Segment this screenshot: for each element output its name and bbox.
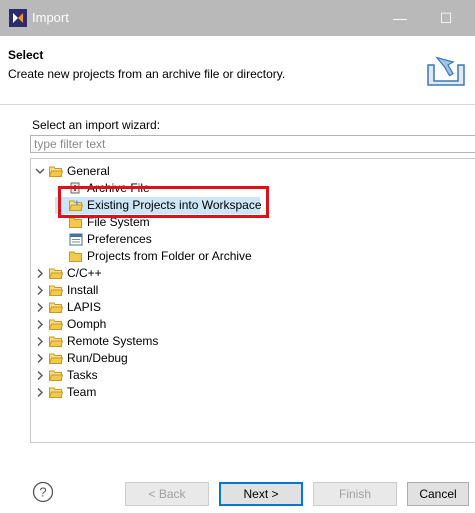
tree-node-lapis[interactable]: LAPIS bbox=[35, 299, 235, 316]
maximize-button[interactable]: ☐ bbox=[423, 0, 469, 36]
tree-node-tasks[interactable]: Tasks bbox=[35, 367, 235, 384]
tree-label: Projects from Folder or Archive bbox=[87, 249, 252, 263]
tree-node-oomph[interactable]: Oomph bbox=[35, 316, 235, 333]
tree-label: Run/Debug bbox=[67, 351, 128, 365]
title-bar: Import — ☐ bbox=[0, 0, 475, 36]
chevron-right-icon[interactable] bbox=[35, 384, 45, 401]
open-folder-icon bbox=[49, 319, 63, 330]
back-button[interactable]: < Back bbox=[125, 482, 209, 506]
open-folder-icon bbox=[49, 268, 63, 279]
folder-icon bbox=[69, 251, 82, 262]
tree-node-cpp[interactable]: C/C++ bbox=[35, 265, 235, 282]
svg-text:?: ? bbox=[39, 485, 46, 500]
window-title: Import bbox=[32, 10, 69, 25]
tree-label: Oomph bbox=[67, 317, 107, 331]
tree-item-preferences[interactable]: Preferences bbox=[55, 231, 275, 248]
tree-label: Preferences bbox=[87, 232, 152, 246]
open-folder-icon bbox=[49, 336, 63, 347]
cancel-button[interactable]: Cancel bbox=[407, 482, 469, 506]
minimize-button[interactable]: — bbox=[377, 0, 423, 36]
tree-label: Install bbox=[67, 283, 99, 297]
open-folder-icon bbox=[49, 387, 63, 398]
filter-input[interactable]: type filter text bbox=[30, 135, 475, 153]
preferences-icon bbox=[69, 233, 83, 246]
tree-item-projects-from-folder[interactable]: Projects from Folder or Archive bbox=[55, 248, 295, 265]
chevron-right-icon[interactable] bbox=[35, 282, 45, 299]
wizard-header: Select Create new projects from an archi… bbox=[0, 36, 475, 105]
page-description: Create new projects from an archive file… bbox=[8, 67, 286, 81]
tree-label: LAPIS bbox=[67, 300, 102, 314]
tree-label: Team bbox=[67, 385, 97, 399]
open-folder-icon bbox=[49, 353, 63, 364]
eclipse-app-icon bbox=[9, 9, 27, 27]
open-folder-icon bbox=[49, 302, 63, 313]
tree-label: Remote Systems bbox=[67, 334, 159, 348]
tree-label: C/C++ bbox=[67, 266, 102, 280]
help-icon[interactable]: ? bbox=[32, 481, 54, 503]
open-folder-icon bbox=[49, 285, 63, 296]
finish-button[interactable]: Finish bbox=[313, 482, 397, 506]
tree-node-team[interactable]: Team bbox=[35, 384, 235, 401]
chevron-down-icon[interactable] bbox=[35, 163, 45, 180]
tree-node-run-debug[interactable]: Run/Debug bbox=[35, 350, 235, 367]
wizard-select-label: Select an import wizard: bbox=[32, 118, 161, 132]
open-folder-icon bbox=[49, 370, 63, 381]
chevron-right-icon[interactable] bbox=[35, 316, 45, 333]
chevron-right-icon[interactable] bbox=[35, 350, 45, 367]
tree-node-general[interactable]: General bbox=[35, 163, 335, 180]
chevron-right-icon[interactable] bbox=[35, 367, 45, 384]
tree-label-general: General bbox=[67, 164, 110, 178]
highlight-annotation-box bbox=[58, 186, 269, 218]
tree-node-install[interactable]: Install bbox=[35, 282, 235, 299]
next-button[interactable]: Next > bbox=[219, 482, 303, 506]
chevron-right-icon[interactable] bbox=[35, 299, 45, 316]
import-wizard-icon bbox=[427, 56, 465, 86]
tree-label: Tasks bbox=[67, 368, 98, 382]
chevron-right-icon[interactable] bbox=[35, 333, 45, 350]
tree-node-remote-systems[interactable]: Remote Systems bbox=[35, 333, 235, 350]
page-title: Select bbox=[8, 48, 44, 62]
chevron-right-icon[interactable] bbox=[35, 265, 45, 282]
open-folder-icon bbox=[49, 166, 63, 177]
